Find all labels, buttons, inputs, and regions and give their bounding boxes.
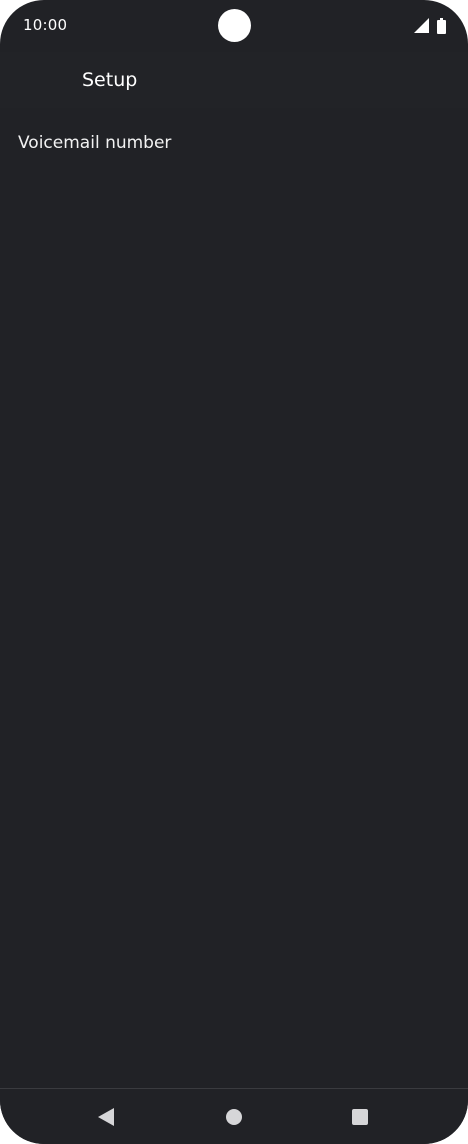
back-button[interactable] xyxy=(84,1097,128,1137)
navigation-bar xyxy=(0,1088,468,1144)
settings-list: Voicemail number xyxy=(0,108,468,1088)
recents-icon xyxy=(351,1108,369,1126)
back-icon xyxy=(97,1107,115,1127)
status-bar: 10:00 xyxy=(0,0,468,52)
recents-button[interactable] xyxy=(338,1097,382,1137)
camera-cutout xyxy=(218,9,251,42)
voicemail-number-label: Voicemail number xyxy=(18,133,172,153)
status-icons xyxy=(414,17,446,34)
voicemail-number-item[interactable]: Voicemail number xyxy=(0,118,468,168)
home-button[interactable] xyxy=(212,1097,256,1137)
page-title: Setup xyxy=(82,69,138,91)
battery-icon xyxy=(437,17,446,34)
app-bar: Setup xyxy=(0,52,468,108)
status-time: 10:00 xyxy=(23,16,68,34)
home-icon xyxy=(225,1108,243,1126)
signal-icon xyxy=(414,18,429,33)
phone-screen: 10:00 Setup Voicemail number xyxy=(0,0,468,1144)
